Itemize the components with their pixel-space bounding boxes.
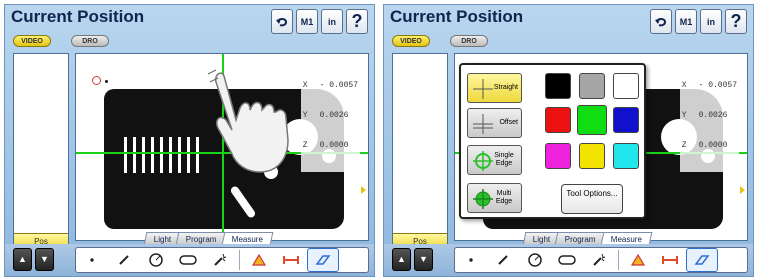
part-slot [229,184,257,220]
left-screen: Current Position VIDEO DRO M1 in ? Pos X… [4,4,375,277]
undo-arrow-icon[interactable] [271,9,293,34]
multi-edge-icon [473,189,493,209]
page-title: Current Position [11,7,145,26]
point-tool-icon[interactable] [455,248,487,272]
point-tool-icon[interactable] [76,248,108,272]
circle-tool-icon[interactable] [140,248,172,272]
m1-button[interactable]: M1 [675,9,697,34]
color-swatch-blue[interactable] [613,107,639,133]
angle-tool-icon[interactable] [622,248,654,272]
tool-options-button[interactable]: Tool Options... [561,184,623,214]
right-screen: Current Position VIDEO DRO M1 in ? Pos X… [383,4,754,277]
color-swatch-cyan[interactable] [613,143,639,169]
angle-tool-icon[interactable] [243,248,275,272]
dro-button[interactable]: DRO [71,35,109,47]
straight-edge-button[interactable]: Straight [467,73,522,103]
side-arrow-icon[interactable] [361,186,366,194]
bottom-toolbar: ▲ ▼ [5,244,374,276]
single-edge-button[interactable]: Single Edge [467,145,522,175]
side-arrow-icon[interactable] [740,186,745,194]
up-arrow-icon[interactable]: ▲ [392,248,411,271]
toolbar-divider [618,250,619,270]
color-swatch-gray[interactable] [579,73,605,99]
position-panel: Pos [13,53,69,249]
single-edge-icon [473,151,493,171]
line-tool-icon[interactable] [108,248,140,272]
edge-tool-popup: Straight Offset Single Edge Multi Edge T… [459,63,646,219]
straight-edge-icon [473,79,493,99]
distance-tool-icon[interactable] [275,248,307,272]
color-swatch-green[interactable] [577,105,607,135]
hand-pointer-icon [207,69,289,173]
multi-edge-button[interactable]: Multi Edge [467,183,522,213]
undo-arrow-icon[interactable] [650,9,672,34]
target-icon [92,76,101,85]
page-title: Current Position [390,7,524,26]
color-swatch-magenta[interactable] [545,143,571,169]
auto-measure-icon[interactable] [583,248,615,272]
help-button[interactable]: ? [346,9,368,34]
video-button[interactable]: VIDEO [392,35,430,47]
measure-tools [75,247,369,273]
slot-tool-icon[interactable] [551,248,583,272]
offset-edge-button[interactable]: Offset [467,108,522,138]
top-buttons: M1 in ? [650,9,747,34]
down-arrow-icon[interactable]: ▼ [35,248,54,271]
units-button[interactable]: in [321,9,343,34]
top-buttons: M1 in ? [271,9,368,34]
up-arrow-icon[interactable]: ▲ [13,248,32,271]
part-teeth [124,137,199,173]
dro-readout: X- 0.0057 Y 0.0026 Z 0.0000 [300,60,360,172]
measure-tools [454,247,748,273]
bottom-toolbar: ▲ ▼ [384,244,753,276]
distance-tool-icon[interactable] [654,248,686,272]
dro-button[interactable]: DRO [450,35,488,47]
line-tool-icon[interactable] [487,248,519,272]
units-button[interactable]: in [700,9,722,34]
auto-measure-icon[interactable] [204,248,236,272]
color-swatch-white[interactable] [613,73,639,99]
slot-tool-icon[interactable] [172,248,204,272]
circle-tool-icon[interactable] [519,248,551,272]
help-button[interactable]: ? [725,9,747,34]
video-view[interactable]: X- 0.0057 Y 0.0026 Z 0.0000 [75,53,369,241]
point-marker [105,80,108,83]
video-button[interactable]: VIDEO [13,35,51,47]
toolbar-divider [239,250,240,270]
probe-tool-icon[interactable] [686,248,718,272]
down-arrow-icon[interactable]: ▼ [414,248,433,271]
probe-tool-icon[interactable] [307,248,339,272]
m1-button[interactable]: M1 [296,9,318,34]
offset-edge-icon [473,114,493,134]
color-swatch-yellow[interactable] [579,143,605,169]
color-swatch-black[interactable] [545,73,571,99]
color-swatch-red[interactable] [545,107,571,133]
position-panel: Pos [392,53,448,249]
dro-readout: X- 0.0057 Y 0.0026 Z 0.0000 [679,60,739,172]
